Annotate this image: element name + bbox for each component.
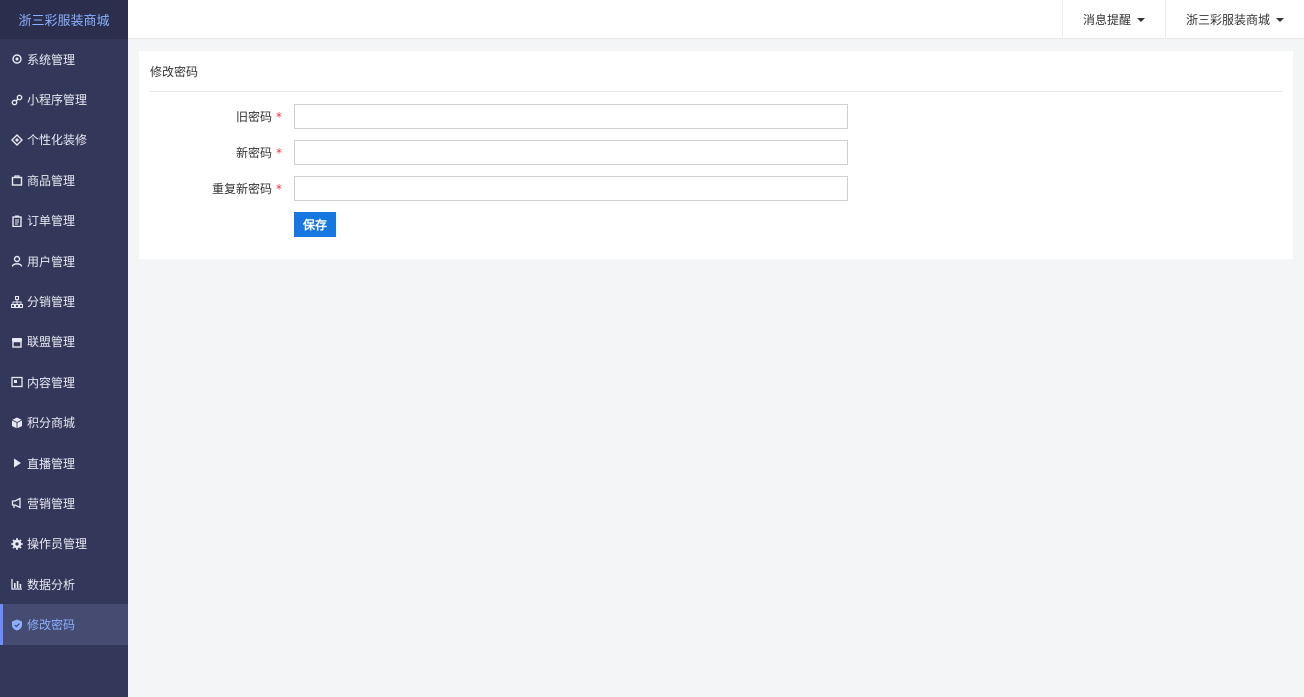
panel-title: 修改密码 bbox=[150, 51, 1282, 92]
sidebar-item-label: 修改密码 bbox=[27, 618, 76, 633]
notifications-label: 消息提醒 bbox=[1082, 13, 1131, 27]
new-password-label: 新密码 bbox=[235, 146, 272, 160]
sidebar-item-marketing[interactable]: 营销管理 bbox=[0, 483, 128, 523]
old-password-label: 旧密码 bbox=[235, 110, 272, 124]
sidebar-item-label: 营销管理 bbox=[27, 496, 76, 511]
gear-solid-icon bbox=[10, 537, 23, 550]
clipboard-icon bbox=[10, 214, 23, 227]
play-icon bbox=[10, 457, 23, 470]
sidebar-item-label: 商品管理 bbox=[27, 173, 76, 188]
sidebar-item-orders[interactable]: 订单管理 bbox=[0, 201, 128, 241]
content-icon bbox=[10, 376, 23, 389]
repeat-password-row: 重复新密码 * bbox=[139, 176, 286, 201]
sidebar-item-label: 直播管理 bbox=[27, 456, 76, 471]
bag-icon bbox=[10, 174, 23, 187]
save-button[interactable]: 保存 bbox=[294, 212, 336, 237]
required-mark: * bbox=[276, 109, 282, 124]
new-password-row: 新密码 * bbox=[139, 140, 286, 165]
top-menu: 消息提醒 浙三彩服装商城 bbox=[1061, 0, 1304, 39]
sidebar: 浙三彩服装商城 系统管理 小程序管理 个性化装修 商品管理 订单管理 用户管理 … bbox=[0, 0, 128, 697]
repeat-password-label: 重复新密码 bbox=[211, 182, 272, 196]
sidebar-item-distribution[interactable]: 分销管理 bbox=[0, 281, 128, 321]
caret-down-icon bbox=[1136, 17, 1145, 22]
sidebar-nav: 系统管理 小程序管理 个性化装修 商品管理 订单管理 用户管理 分销管理 联盟管… bbox=[0, 39, 128, 646]
old-password-input[interactable] bbox=[294, 104, 848, 129]
change-password-panel: 修改密码 旧密码 * 新密码 * 重复新密码 * 保存 bbox=[139, 51, 1293, 259]
required-mark: * bbox=[276, 145, 282, 160]
sidebar-item-system[interactable]: 系统管理 bbox=[0, 39, 128, 79]
cube-icon bbox=[10, 416, 23, 429]
account-label: 浙三彩服装商城 bbox=[1185, 13, 1270, 27]
sidebar-item-live[interactable]: 直播管理 bbox=[0, 443, 128, 483]
bar-chart-icon bbox=[10, 578, 23, 591]
sidebar-item-products[interactable]: 商品管理 bbox=[0, 160, 128, 200]
store-icon bbox=[10, 335, 23, 348]
repeat-password-input[interactable] bbox=[294, 176, 848, 201]
sidebar-item-label: 用户管理 bbox=[27, 254, 76, 269]
brand-title[interactable]: 浙三彩服装商城 bbox=[0, 0, 128, 39]
shield-icon bbox=[10, 618, 23, 631]
old-password-row: 旧密码 * bbox=[139, 104, 286, 129]
sidebar-item-users[interactable]: 用户管理 bbox=[0, 241, 128, 281]
hierarchy-icon bbox=[10, 295, 23, 308]
required-mark: * bbox=[276, 181, 282, 196]
sidebar-item-label: 数据分析 bbox=[27, 577, 76, 592]
sidebar-item-miniprogram[interactable]: 小程序管理 bbox=[0, 79, 128, 119]
sidebar-item-label: 系统管理 bbox=[27, 52, 76, 67]
sidebar-item-label: 小程序管理 bbox=[27, 93, 88, 108]
sidebar-item-label: 分销管理 bbox=[27, 295, 76, 310]
sidebar-item-label: 积分商城 bbox=[27, 416, 76, 431]
account-dropdown[interactable]: 浙三彩服装商城 bbox=[1164, 0, 1304, 39]
sidebar-item-label: 内容管理 bbox=[27, 375, 76, 390]
notifications-dropdown[interactable]: 消息提醒 bbox=[1061, 0, 1165, 39]
sidebar-item-alliance[interactable]: 联盟管理 bbox=[0, 322, 128, 362]
megaphone-icon bbox=[10, 497, 23, 510]
sidebar-item-points-mall[interactable]: 积分商城 bbox=[0, 403, 128, 443]
sidebar-item-content[interactable]: 内容管理 bbox=[0, 362, 128, 402]
top-bar: 消息提醒 浙三彩服装商城 bbox=[128, 0, 1304, 39]
new-password-input[interactable] bbox=[294, 140, 848, 165]
caret-down-icon bbox=[1276, 17, 1284, 22]
sidebar-item-label: 操作员管理 bbox=[27, 537, 88, 552]
sidebar-item-label: 联盟管理 bbox=[27, 335, 76, 350]
sidebar-item-analytics[interactable]: 数据分析 bbox=[0, 564, 128, 604]
user-icon bbox=[10, 255, 23, 268]
diamond-icon bbox=[10, 133, 23, 146]
sidebar-item-label: 个性化装修 bbox=[27, 133, 88, 148]
sidebar-item-change-password[interactable]: 修改密码 bbox=[0, 604, 128, 646]
sidebar-item-label: 订单管理 bbox=[27, 214, 76, 229]
sidebar-item-operators[interactable]: 操作员管理 bbox=[0, 524, 128, 564]
link-icon bbox=[10, 93, 23, 106]
gear-outline-icon bbox=[10, 53, 23, 66]
sidebar-item-decoration[interactable]: 个性化装修 bbox=[0, 120, 128, 160]
